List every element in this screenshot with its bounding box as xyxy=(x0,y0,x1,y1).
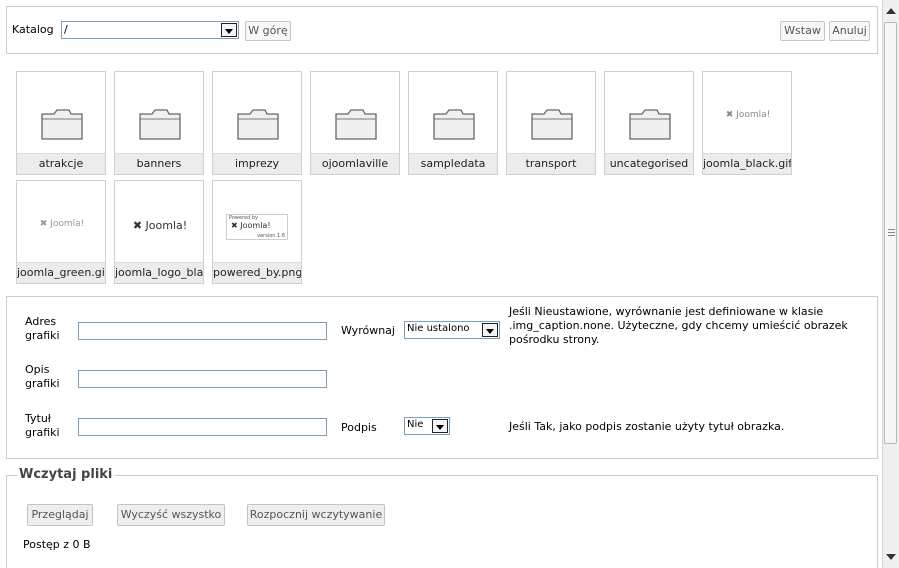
thumbnail-folder[interactable]: sampledata xyxy=(408,71,498,175)
thumbnail-caption: atrakcje xyxy=(17,153,105,174)
caption-note: Jeśli Tak, jako podpis zostanie użyty ty… xyxy=(509,420,785,433)
align-note: Jeśli Nieustawione, wyrównanie jest defi… xyxy=(509,305,848,346)
thumbnail-caption: uncategorised xyxy=(605,153,693,174)
thumbnail-folder[interactable]: banners xyxy=(114,71,204,175)
folder-icon xyxy=(433,109,475,140)
caption-label: Podpis xyxy=(341,421,377,434)
thumbnail-folder[interactable]: atrakcje xyxy=(16,71,106,175)
logo-text: Joomla! xyxy=(50,219,85,229)
insert-button[interactable]: Wstaw xyxy=(780,21,825,41)
joomla-logo-image: ✖ Joomla! xyxy=(231,221,271,230)
thumbnail-folder[interactable]: uncategorised xyxy=(604,71,694,175)
media-thumbnails: atrakcje banners imprezy ojoomlaville sa… xyxy=(6,64,878,289)
grip-line xyxy=(888,232,895,233)
folder-icon xyxy=(237,109,279,140)
logo-text: Joomla! xyxy=(240,221,271,230)
desc-input[interactable] xyxy=(78,370,327,388)
grip-line xyxy=(888,235,895,236)
thumbnail-caption: ojoomlaville xyxy=(311,153,399,174)
url-label: Adres grafiki xyxy=(25,315,60,342)
chevron-down-icon[interactable] xyxy=(482,323,498,337)
thumbnail-folder[interactable]: transport xyxy=(506,71,596,175)
thumbnail-image[interactable]: ✖ Joomla! joomla_logo_blac xyxy=(114,180,204,284)
katalog-value: / xyxy=(64,23,68,36)
browse-button[interactable]: Przeglądaj xyxy=(27,504,93,526)
desc-label: Opis grafiki xyxy=(25,363,60,390)
folder-icon xyxy=(629,109,671,140)
version-text: version 1.6 xyxy=(257,233,285,239)
title-input[interactable] xyxy=(78,418,327,436)
thumbnail-image[interactable]: Powered by ✖ Joomla! version 1.6 powered… xyxy=(212,180,302,284)
up-button[interactable]: W górę xyxy=(245,21,291,41)
align-label: Wyrównaj xyxy=(341,324,395,337)
logo-text: Joomla! xyxy=(145,219,188,232)
cancel-button[interactable]: Anuluj xyxy=(829,21,870,41)
joomla-logo-image: ✖ Joomla! xyxy=(725,110,771,120)
thumbnail-caption: joomla_green.gif xyxy=(17,262,105,283)
align-value: Nie ustalono xyxy=(407,323,470,334)
url-input[interactable] xyxy=(78,322,327,340)
grip-line xyxy=(888,229,895,230)
thumbnail-caption: banners xyxy=(115,153,203,174)
powered-by-badge: Powered by ✖ Joomla! version 1.6 xyxy=(226,214,288,240)
joomla-logo-image: ✖ Joomla! xyxy=(132,219,188,232)
chevron-down-icon[interactable] xyxy=(432,419,448,433)
thumbnail-caption: joomla_logo_blac xyxy=(115,262,203,283)
caption-value: Nie xyxy=(407,419,424,430)
clear-all-button[interactable]: Wyczyść wszystko xyxy=(117,504,225,526)
scroll-up-arrow-icon[interactable] xyxy=(886,8,896,14)
thumbnail-image[interactable]: ✖ Joomla! joomla_green.gif xyxy=(16,180,106,284)
thumbnail-caption: sampledata xyxy=(409,153,497,174)
upload-legend: Wczytaj pliki xyxy=(17,467,115,482)
thumbnail-image[interactable]: ✖ Joomla! joomla_black.gif xyxy=(702,71,792,175)
progress-text: Postęp z 0 B xyxy=(23,538,91,551)
thumbnail-caption: transport xyxy=(507,153,595,174)
upload-fieldset: Wczytaj pliki Przeglądaj Wyczyść wszystk… xyxy=(6,467,878,568)
align-select[interactable]: Nie ustalono xyxy=(404,321,500,339)
scroll-down-arrow-icon[interactable] xyxy=(886,554,896,560)
vertical-scrollbar[interactable] xyxy=(882,0,899,568)
title-label: Tytuł grafiki xyxy=(25,412,60,439)
image-properties-form: Adres grafiki Wyrównaj Nie ustalono Jeśl… xyxy=(6,296,878,459)
caption-select[interactable]: Nie xyxy=(404,417,450,435)
directory-toolbar: Katalog / W górę Wstaw Anuluj xyxy=(6,6,878,54)
folder-icon xyxy=(139,109,181,140)
thumbnail-caption: powered_by.png xyxy=(213,262,301,283)
image-manager-frame: Katalog / W górę Wstaw Anuluj atrakcje b… xyxy=(0,0,882,568)
folder-icon xyxy=(335,109,377,140)
folder-icon xyxy=(41,109,83,140)
scrollbar-thumb[interactable] xyxy=(884,22,897,444)
joomla-logo-image: ✖ Joomla! xyxy=(39,219,85,229)
thumbnail-folder[interactable]: imprezy xyxy=(212,71,302,175)
thumbnail-folder[interactable]: ojoomlaville xyxy=(310,71,400,175)
thumbnail-caption: joomla_black.gif xyxy=(703,153,791,174)
thumbnail-caption: imprezy xyxy=(213,153,301,174)
start-upload-button[interactable]: Rozpocznij wczytywanie xyxy=(247,504,385,526)
katalog-label: Katalog xyxy=(12,23,54,36)
chevron-down-icon[interactable] xyxy=(221,23,237,37)
katalog-select[interactable]: / xyxy=(61,21,239,39)
logo-text: Joomla! xyxy=(736,110,771,120)
folder-icon xyxy=(531,109,573,140)
